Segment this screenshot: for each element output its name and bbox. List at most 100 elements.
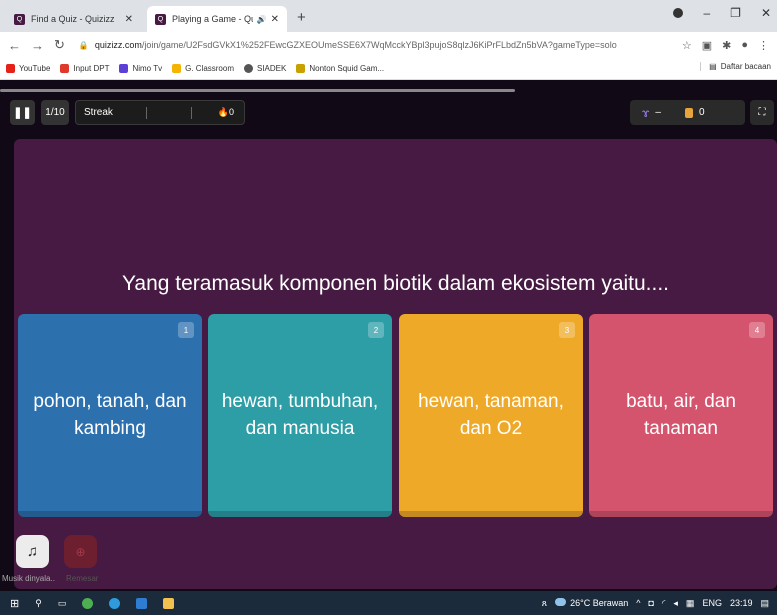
powerup-counter[interactable]: ɤ – [630, 106, 673, 120]
powerup-value: – [655, 107, 661, 118]
bookmarks-bar: YouTube Input DPT Nimo Tv G. Classroom S… [0, 58, 777, 80]
close-tab-icon[interactable]: ✕ [271, 14, 279, 25]
clock[interactable]: 23:19 [730, 598, 753, 608]
bookmark-nimo-tv[interactable]: Nimo Tv [119, 64, 162, 73]
address-bar: ← → ↻ 🔒 quizizz.com/join/game/U2FsdGVkX1… [0, 32, 777, 58]
screen: Q Find a Quiz - Quizizz ✕ Q Playing a Ga… [0, 0, 777, 615]
option-text: hewan, tumbuhan, dan manusia [221, 390, 379, 439]
bookmark-squid-game[interactable]: Nonton Squid Gam... [296, 64, 384, 73]
audio-playing-icon[interactable]: 🔊 [257, 15, 267, 24]
language-indicator[interactable]: ENG [702, 598, 722, 608]
volume-icon[interactable]: ◂ [673, 598, 678, 609]
bookmark-label: Nonton Squid Gam... [309, 64, 385, 73]
profile-avatar-icon[interactable]: ● [741, 39, 748, 52]
music-note-icon: ♫ [26, 543, 39, 560]
edge-icon[interactable] [109, 597, 121, 609]
chrome-icon[interactable] [82, 597, 94, 609]
game-top-bar: ❚❚ 1/10 Streak 🔥0 [10, 100, 245, 125]
question-text: Yang teramasuk komponen biotik dalam eko… [121, 272, 670, 295]
flame-icon: 🔥 [217, 107, 229, 117]
option-text: batu, air, dan tanaman [626, 390, 736, 439]
wifi-icon[interactable]: ◜ [662, 598, 666, 609]
bookmark-label: SIADEK [257, 64, 287, 73]
coin-counter: 0 [673, 107, 717, 118]
tab-title: Playing a Game - Quizizz [172, 14, 253, 24]
bookmark-label: G. Classroom [185, 64, 234, 73]
keyboard-icon[interactable]: ▦ [686, 598, 695, 609]
star-icon[interactable]: ☆ [682, 39, 692, 52]
option-text: hewan, tanaman, dan O2 [418, 390, 564, 439]
fullscreen-icon: ⛶ [758, 107, 766, 118]
input-dpt-icon [60, 64, 70, 73]
people-icon[interactable]: ጸ [542, 598, 547, 609]
close-window-icon[interactable]: ✕ [761, 6, 771, 20]
notification-icon[interactable]: ▤ [760, 598, 769, 609]
store-icon[interactable] [136, 597, 148, 609]
menu-icon[interactable]: ⋮ [758, 39, 769, 52]
bookmark-input-dpt[interactable]: Input DPT [60, 64, 109, 73]
powerup-panel: ɤ – 0 [630, 100, 745, 125]
browser-tab-bar: Q Find a Quiz - Quizizz ✕ Q Playing a Ga… [0, 0, 777, 32]
weather-widget[interactable]: 26°C Berawan [555, 598, 628, 608]
fullscreen-button[interactable]: ⛶ [750, 100, 774, 125]
url-domain: quizizz.com [94, 40, 142, 50]
streak-value: 🔥0 [218, 107, 234, 118]
chevron-up-icon[interactable]: ^ [636, 598, 640, 608]
bookmark-youtube[interactable]: YouTube [6, 64, 50, 73]
streak-count: 0 [228, 107, 234, 117]
close-tab-icon[interactable]: ✕ [125, 14, 133, 25]
question-counter: 1/10 [41, 100, 69, 125]
bookmark-siadek[interactable]: SIADEK [244, 64, 286, 73]
bookmark-label: Nimo Tv [132, 64, 163, 73]
reading-list-label: Daftar bacaan [720, 62, 771, 71]
url-input[interactable]: 🔒 quizizz.com/join/game/U2FsdGVkX1%252FE… [75, 35, 674, 55]
tab-find-a-quiz[interactable]: Q Find a Quiz - Quizizz ✕ [6, 6, 141, 32]
reading-list-icon: ▤ [709, 62, 717, 71]
windows-start-icon[interactable]: ⊞ [10, 597, 19, 610]
nimo-tv-icon [119, 64, 129, 73]
pause-button[interactable]: ❚❚ [10, 100, 35, 125]
coin-value: 0 [698, 107, 705, 118]
cloud-icon [555, 598, 567, 606]
option-shadow [208, 511, 392, 517]
option-text: pohon, tanah, dan kambing [33, 390, 187, 439]
pause-icon: ❚❚ [13, 107, 32, 119]
file-explorer-icon[interactable] [163, 597, 175, 609]
network-icon[interactable]: ◘ [648, 598, 653, 608]
answer-option-3[interactable]: 3 hewan, tanaman, dan O2 [399, 314, 583, 517]
streak-divider [191, 107, 192, 119]
restore-icon[interactable]: ❐ [730, 6, 741, 20]
option-shadow [18, 511, 202, 517]
window-controls: – ❐ ✕ [673, 6, 771, 20]
answer-option-4[interactable]: 4 batu, air, dan tanaman [589, 314, 773, 517]
game-bottom-bar: ♫ Musik dinyala.. ⊕ Remesar [0, 535, 777, 591]
answer-option-2[interactable]: 2 hewan, tumbuhan, dan manusia [208, 314, 392, 517]
extension-icons: ☆ ▣ ✱ ● ⋮ [682, 39, 769, 52]
profile-icon[interactable] [673, 8, 684, 18]
search-icon[interactable]: ⚲ [35, 598, 42, 609]
classroom-icon [172, 64, 182, 73]
bookmark-g-classroom[interactable]: G. Classroom [172, 64, 234, 73]
reload-icon[interactable]: ↻ [54, 37, 65, 53]
squid-game-icon [296, 64, 306, 73]
globe-icon [244, 64, 253, 73]
remesar-button[interactable]: ⊕ [64, 535, 97, 568]
minimize-icon[interactable]: – [703, 6, 710, 20]
powerup-icon: ɤ [642, 105, 650, 120]
puzzle-icon[interactable]: ✱ [722, 39, 731, 52]
tab-title: Find a Quiz - Quizizz [31, 14, 115, 24]
extension-icon[interactable]: ▣ [702, 39, 712, 52]
tab-playing-a-game[interactable]: Q Playing a Game - Quizizz 🔊 ✕ [147, 6, 287, 32]
quizizz-favicon-icon: Q [155, 13, 166, 25]
youtube-icon [6, 64, 15, 73]
forward-icon[interactable]: → [31, 38, 44, 53]
answer-option-1[interactable]: 1 pohon, tanah, dan kambing [18, 314, 202, 517]
quizizz-favicon-icon: Q [14, 13, 25, 25]
bookmark-label: YouTube [19, 64, 51, 73]
task-view-icon[interactable]: ▭ [58, 598, 67, 609]
back-icon[interactable]: ← [8, 38, 21, 53]
reading-list-button[interactable]: ▤ Daftar bacaan [700, 62, 771, 71]
new-tab-button[interactable]: + [297, 9, 306, 26]
url-path: /join/game/U2FsdGVkX1%252FEwcGZXEOUmeSSE… [141, 40, 617, 50]
music-toggle-button[interactable]: ♫ [16, 535, 49, 568]
